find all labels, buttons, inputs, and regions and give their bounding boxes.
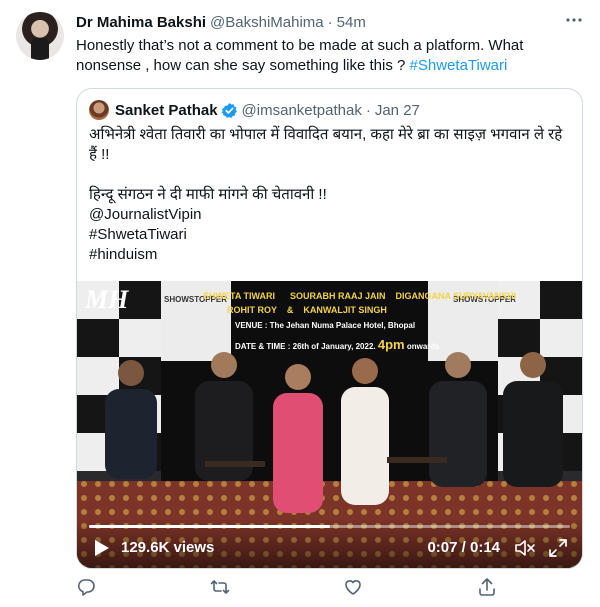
like-icon[interactable] <box>343 577 363 597</box>
poster-time-suffix: onwards <box>406 342 440 351</box>
poster-names: ROHIT ROY & KANWALJIT SINGH <box>227 305 387 315</box>
quoted-tweet-header: Sanket Pathak @imsanketpathak · Jan 27 <box>89 100 420 120</box>
quoted-tweet[interactable]: Sanket Pathak @imsanketpathak · Jan 27 अ… <box>76 88 583 569</box>
fullscreen-icon[interactable] <box>548 538 568 558</box>
video-controls: 129.6K views 0:07 / 0:14 <box>77 519 582 568</box>
author-handle[interactable]: @BakshiMahima <box>210 14 324 31</box>
quoted-tweet-text: अभिनेत्री श्वेता तिवारी का भोपाल में विव… <box>89 125 569 265</box>
video-progress-bar[interactable] <box>89 525 570 528</box>
video-time: 0:07 / 0:14 <box>427 539 500 556</box>
poster-time: 4pm <box>377 337 405 352</box>
separator-dot: · <box>327 13 333 31</box>
poster-date: DATE & TIME : 26th of January, 2022. <box>235 342 376 351</box>
tweet-time[interactable]: 54m <box>337 14 366 31</box>
quoted-author-handle[interactable]: @imsanketpathak <box>242 102 362 119</box>
tweet-text: Honestly that’s not a comment to be made… <box>76 36 586 76</box>
quoted-tweet-date[interactable]: Jan 27 <box>375 102 420 119</box>
video-player[interactable]: MH SHOWSTOPPER SHOWSTOPPER SHWETA TIWARI… <box>77 281 582 568</box>
play-icon[interactable] <box>91 538 111 558</box>
reply-icon[interactable] <box>76 577 96 597</box>
author-name[interactable]: Dr Mahima Bakshi <box>76 14 206 31</box>
quoted-line: अभिनेत्री श्वेता तिवारी का भोपाल में विव… <box>89 126 563 163</box>
video-progress-fill <box>89 525 330 528</box>
quoted-author-avatar[interactable] <box>89 100 109 120</box>
tweet: Dr Mahima Bakshi @BakshiMahima · 54m Hon… <box>0 0 600 607</box>
more-icon[interactable] <box>564 10 584 30</box>
quoted-author-name[interactable]: Sanket Pathak <box>115 102 218 119</box>
poster-logo: MH <box>85 285 129 314</box>
mute-icon[interactable] <box>514 538 536 558</box>
hashtag-link[interactable]: #ShwetaTiwari <box>410 57 508 74</box>
verified-badge-icon <box>221 102 237 118</box>
separator-dot: · <box>365 101 371 119</box>
hashtag-link[interactable]: #hinduism <box>89 245 569 265</box>
poster-venue: VENUE : The Jehan Numa Palace Hotel, Bho… <box>235 321 416 330</box>
poster-datetime: DATE & TIME : 26th of January, 2022. 4pm… <box>235 337 440 352</box>
tweet-actions <box>76 577 586 597</box>
hashtag-link[interactable]: #ShwetaTiwari <box>89 225 569 245</box>
retweet-icon[interactable] <box>210 577 230 597</box>
quoted-line: हिन्दू संगठन ने दी माफी मांगने की चेतावन… <box>89 186 327 203</box>
author-avatar[interactable] <box>16 12 64 60</box>
tweet-header: Dr Mahima Bakshi @BakshiMahima · 54m <box>76 12 366 32</box>
poster-names: SHWETA TIWARI SOURABH RAAJ JAIN DIGANGAN… <box>203 291 517 301</box>
video-views: 129.6K views <box>121 539 215 556</box>
share-icon[interactable] <box>477 577 497 597</box>
mention-link[interactable]: @JournalistVipin <box>89 205 569 225</box>
